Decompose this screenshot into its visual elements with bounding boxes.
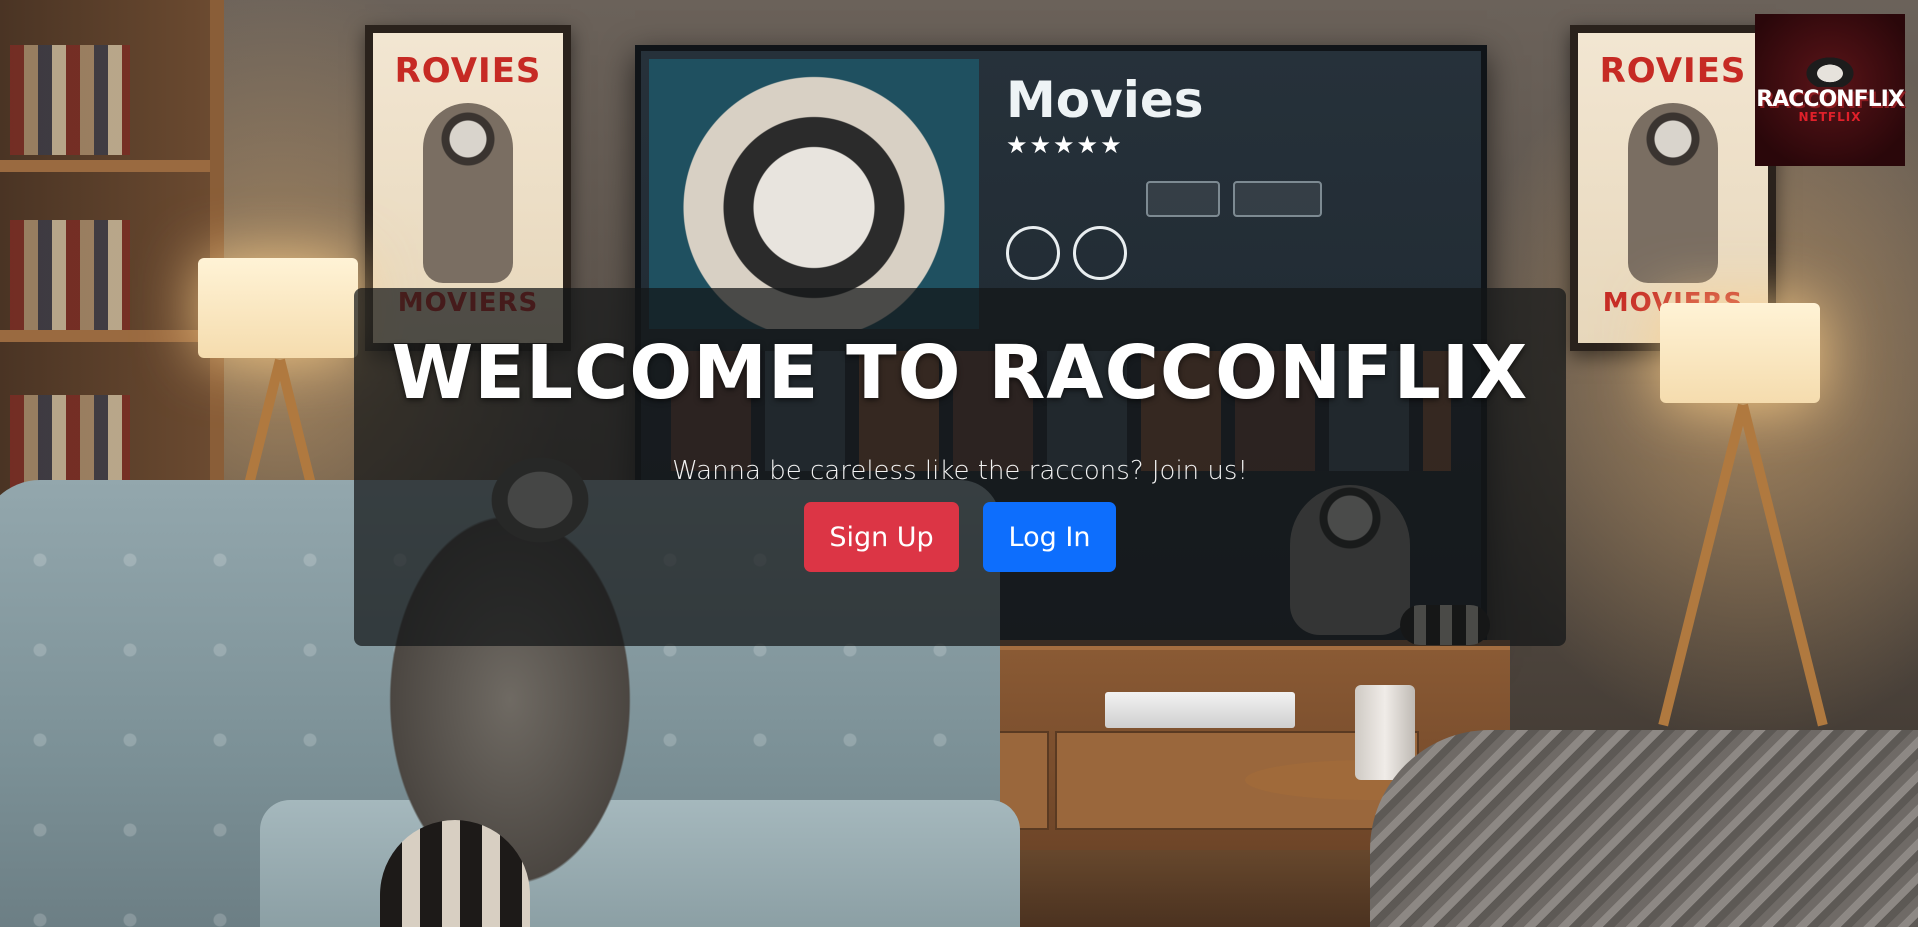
poster-title: ROVIES: [1599, 51, 1747, 91]
poster-title: ROVIES: [394, 51, 542, 91]
media-receiver: [1105, 692, 1295, 728]
tv-title: Movies: [1006, 71, 1204, 129]
welcome-subtitle: Wanna be careless like the raccons? Join…: [672, 456, 1248, 486]
lamp-shade-right: [1660, 303, 1820, 403]
books: [10, 220, 130, 330]
tv-chip: [1233, 181, 1322, 217]
welcome-title: WELCOME TO RACCONFLIX: [391, 330, 1529, 416]
tv-round-icon: [1073, 226, 1127, 280]
bookshelf: [0, 0, 224, 520]
tv-round-icon: [1006, 226, 1060, 280]
tv-chip: [1146, 181, 1220, 217]
log-in-button[interactable]: Log In: [983, 502, 1116, 572]
welcome-panel: WELCOME TO RACCONFLIX Wanna be careless …: [354, 288, 1566, 646]
lamp-shade-left: [198, 258, 358, 358]
shelf-board: [0, 330, 210, 342]
landing-page: ROVIES MOVIERS ROVIES MOVIERS Movies ★★★…: [0, 0, 1918, 927]
racconflix-logo: RACCONFLIX NETFLIX: [1755, 14, 1905, 166]
auth-actions: Sign Up Log In: [804, 502, 1116, 572]
logo-name: RACCONFLIX: [1756, 86, 1905, 112]
logo-subtitle: NETFLIX: [1798, 109, 1862, 124]
raccoon-mascot-icon: [1800, 52, 1860, 87]
books: [10, 45, 130, 155]
sign-up-button[interactable]: Sign Up: [804, 502, 959, 572]
poster-figure: [423, 103, 513, 283]
shelf-board: [0, 160, 210, 172]
blanket: [1370, 730, 1918, 927]
tv-stars: ★★★★★: [1006, 131, 1124, 159]
poster-figure: [1628, 103, 1718, 283]
